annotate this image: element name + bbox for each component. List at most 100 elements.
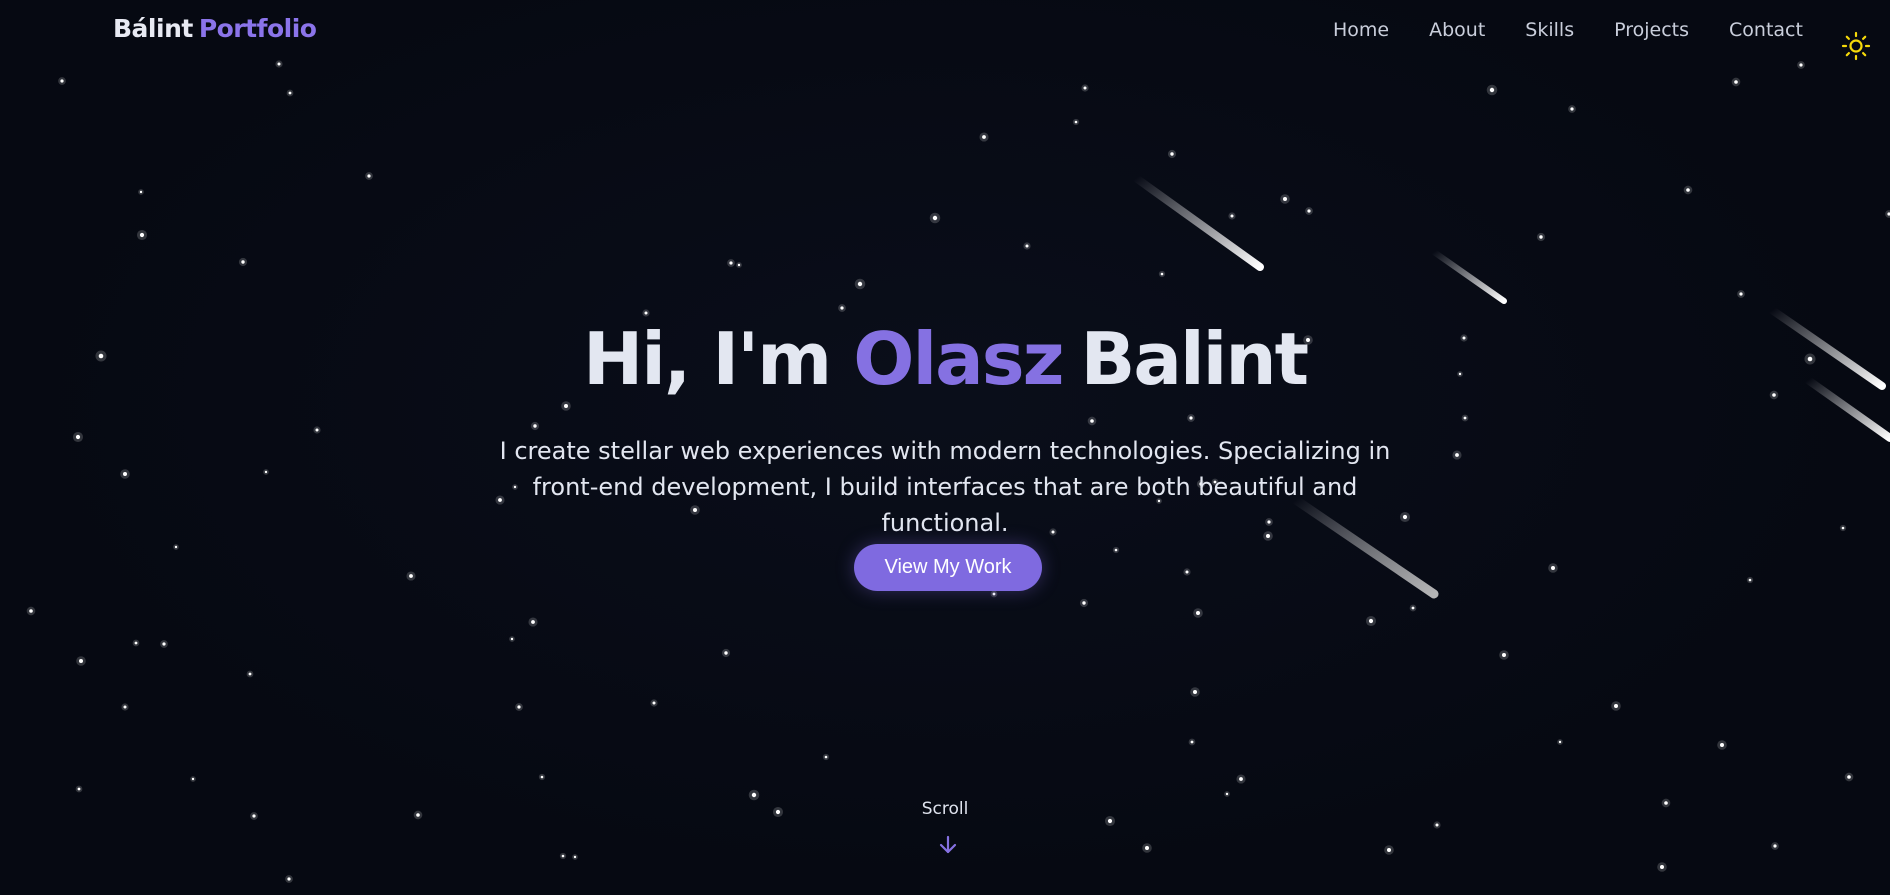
nav-skills[interactable]: Skills — [1525, 19, 1574, 41]
logo[interactable]: Bálint Portfolio — [113, 14, 317, 43]
sun-icon — [1841, 31, 1871, 61]
star — [1570, 107, 1574, 111]
star — [840, 306, 844, 310]
hero-title: Hi, I'm Olasz Balint — [0, 321, 1890, 398]
star — [409, 574, 413, 578]
star — [1230, 214, 1234, 218]
star — [533, 424, 537, 428]
star — [992, 592, 996, 596]
star — [1145, 846, 1149, 850]
star — [1387, 848, 1391, 852]
star — [824, 755, 828, 759]
star — [75, 434, 81, 440]
star — [174, 545, 178, 549]
star — [1435, 823, 1439, 827]
logo-portfolio: Portfolio — [198, 14, 317, 43]
star — [510, 637, 514, 641]
logo-name: Bálint — [113, 14, 193, 43]
hero-title-prefix: Hi, I'm — [582, 317, 832, 401]
star — [1160, 272, 1164, 276]
star — [1502, 653, 1506, 657]
star — [1025, 244, 1029, 248]
nav-about[interactable]: About — [1429, 19, 1485, 41]
view-my-work-button[interactable]: View My Work — [854, 544, 1042, 591]
star — [123, 705, 127, 709]
scroll-label: Scroll — [921, 799, 969, 819]
shooting-star — [1132, 174, 1264, 271]
star — [1773, 844, 1777, 848]
star — [1660, 865, 1664, 869]
star — [248, 672, 252, 676]
star — [29, 609, 33, 613]
star — [1185, 570, 1189, 574]
star — [1193, 690, 1197, 694]
star — [1368, 618, 1374, 624]
hero-description: I create stellar web experiences with mo… — [499, 437, 1391, 537]
arrow-down-icon — [939, 835, 957, 854]
star — [1189, 416, 1193, 420]
star — [540, 775, 544, 779]
star — [277, 62, 281, 66]
scroll-down-button[interactable] — [937, 834, 959, 856]
star — [1463, 416, 1467, 420]
star — [1411, 606, 1415, 610]
star — [1551, 566, 1555, 570]
star — [751, 792, 757, 798]
star — [652, 701, 656, 705]
star — [564, 404, 568, 408]
star — [77, 787, 81, 791]
star — [367, 174, 371, 178]
star — [134, 641, 138, 645]
star — [932, 215, 938, 221]
star — [1074, 120, 1078, 124]
star — [1239, 777, 1243, 781]
star — [982, 135, 986, 139]
star — [191, 777, 195, 781]
star — [644, 311, 648, 315]
star — [1841, 526, 1845, 530]
hero-title-last-name: Balint — [1080, 317, 1309, 401]
star — [1083, 86, 1087, 90]
page: Bálint Portfolio Home About Skills Projec… — [0, 0, 1890, 895]
star — [1558, 740, 1562, 744]
theme-toggle-button[interactable] — [1841, 31, 1871, 61]
star — [264, 470, 268, 474]
main-nav: Home About Skills Projects Contact — [1333, 19, 1803, 41]
shooting-star — [1431, 249, 1507, 304]
star — [123, 472, 127, 476]
star — [1720, 743, 1724, 747]
star — [60, 79, 64, 83]
star — [315, 428, 319, 432]
star — [1283, 197, 1287, 201]
star — [531, 620, 535, 624]
star — [139, 190, 143, 194]
nav-contact[interactable]: Contact — [1729, 19, 1803, 41]
star — [287, 877, 291, 881]
star — [1799, 63, 1803, 67]
star — [857, 281, 863, 287]
star — [162, 642, 166, 646]
star — [561, 854, 565, 858]
star — [139, 232, 145, 238]
star — [1225, 792, 1229, 796]
star — [1307, 209, 1311, 213]
site-header: Bálint Portfolio Home About Skills Projec… — [0, 0, 1890, 62]
star — [1847, 775, 1851, 779]
star — [724, 651, 728, 655]
star — [1489, 87, 1495, 93]
star — [1196, 611, 1200, 615]
star — [1190, 740, 1194, 744]
star — [573, 855, 577, 859]
nav-projects[interactable]: Projects — [1614, 19, 1689, 41]
star — [288, 91, 292, 95]
star — [729, 261, 733, 265]
star — [1614, 704, 1618, 708]
star — [1748, 578, 1752, 582]
nav-home[interactable]: Home — [1333, 19, 1389, 41]
star — [1539, 235, 1543, 239]
star — [1739, 292, 1743, 296]
star — [517, 705, 521, 709]
star — [1107, 818, 1113, 824]
star — [1734, 80, 1738, 84]
star — [241, 260, 245, 264]
